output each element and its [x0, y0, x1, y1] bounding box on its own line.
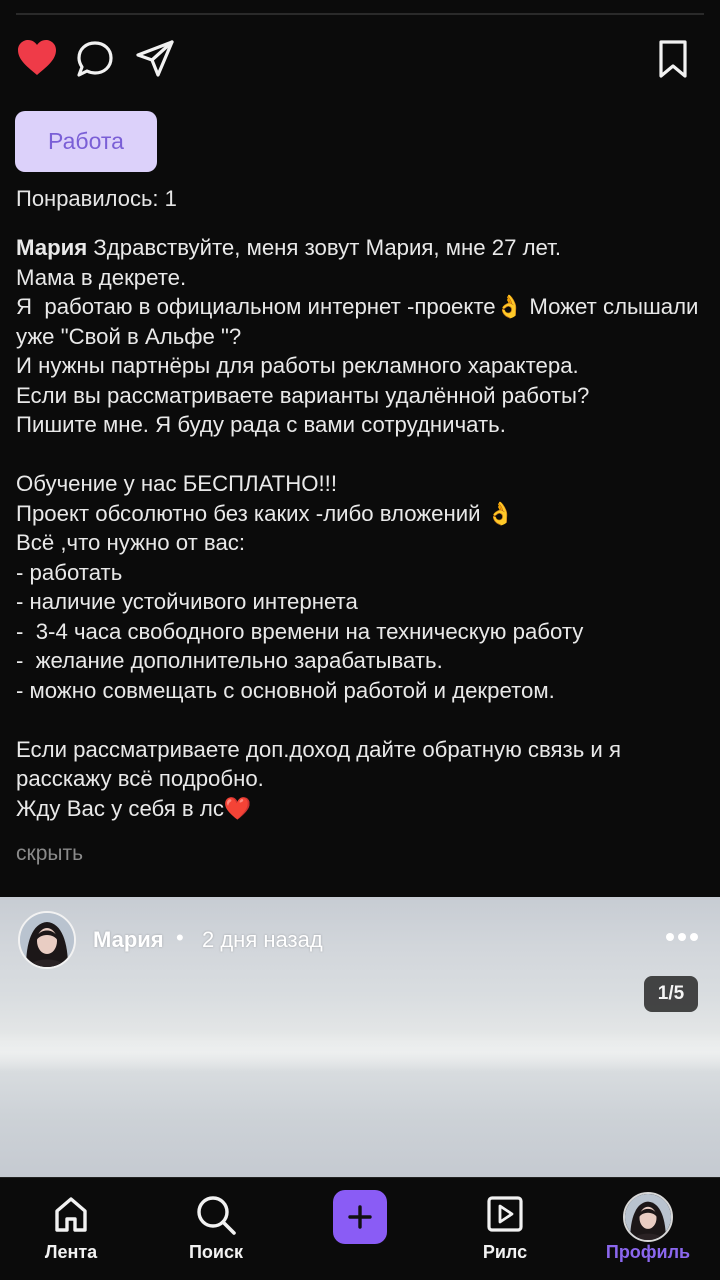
post-author-name[interactable]: Мария: [93, 927, 164, 953]
nav-label-search: Поиск: [188, 1242, 244, 1262]
separator-dot: •: [176, 925, 184, 950]
nav-item-feed[interactable]: Лента: [11, 1178, 131, 1280]
nav-label-profile: Профиль: [605, 1242, 691, 1262]
heart-filled-icon[interactable]: [16, 38, 58, 78]
nav-item-profile[interactable]: Профиль: [588, 1178, 708, 1280]
reels-icon: [487, 1196, 523, 1232]
tag-chip-work[interactable]: Работа: [15, 111, 157, 172]
top-divider: [16, 13, 704, 15]
bookmark-icon[interactable]: [658, 38, 688, 80]
caption-author[interactable]: Мария: [16, 235, 87, 260]
post-caption: Мария Здравствуйте, меня зовут Мария, мн…: [16, 233, 706, 823]
hide-caption-link[interactable]: скрыть: [16, 842, 83, 866]
paper-plane-icon[interactable]: [134, 38, 176, 80]
image-haze: [0, 1032, 720, 1072]
more-dots-icon[interactable]: [666, 927, 702, 947]
avatar[interactable]: [18, 911, 76, 969]
next-post-image[interactable]: Мария • 2 дня назад 1/5: [0, 897, 720, 1177]
bottom-navigation: Лента Поиск Рилс Профиль: [0, 1177, 720, 1280]
caption-text: Здравствуйте, меня зовут Мария, мне 27 л…: [16, 235, 699, 821]
search-icon: [197, 1196, 236, 1235]
image-counter-badge: 1/5: [644, 976, 698, 1012]
likes-count[interactable]: Понравилось: 1: [16, 186, 177, 212]
nav-item-create[interactable]: [300, 1178, 420, 1280]
nav-label-feed: Лента: [44, 1242, 98, 1262]
nav-item-search[interactable]: Поиск: [156, 1178, 276, 1280]
avatar: [623, 1192, 673, 1242]
post-header: Мария • 2 дня назад: [18, 911, 702, 969]
home-icon: [55, 1197, 87, 1232]
nav-item-reels[interactable]: Рилс: [445, 1178, 565, 1280]
comment-bubble-icon[interactable]: [74, 38, 116, 80]
post-actions: [16, 38, 688, 82]
create-button[interactable]: [333, 1190, 387, 1244]
nav-label-reels: Рилс: [482, 1242, 528, 1262]
plus-icon: [348, 1205, 372, 1229]
post-timestamp: 2 дня назад: [202, 927, 323, 952]
